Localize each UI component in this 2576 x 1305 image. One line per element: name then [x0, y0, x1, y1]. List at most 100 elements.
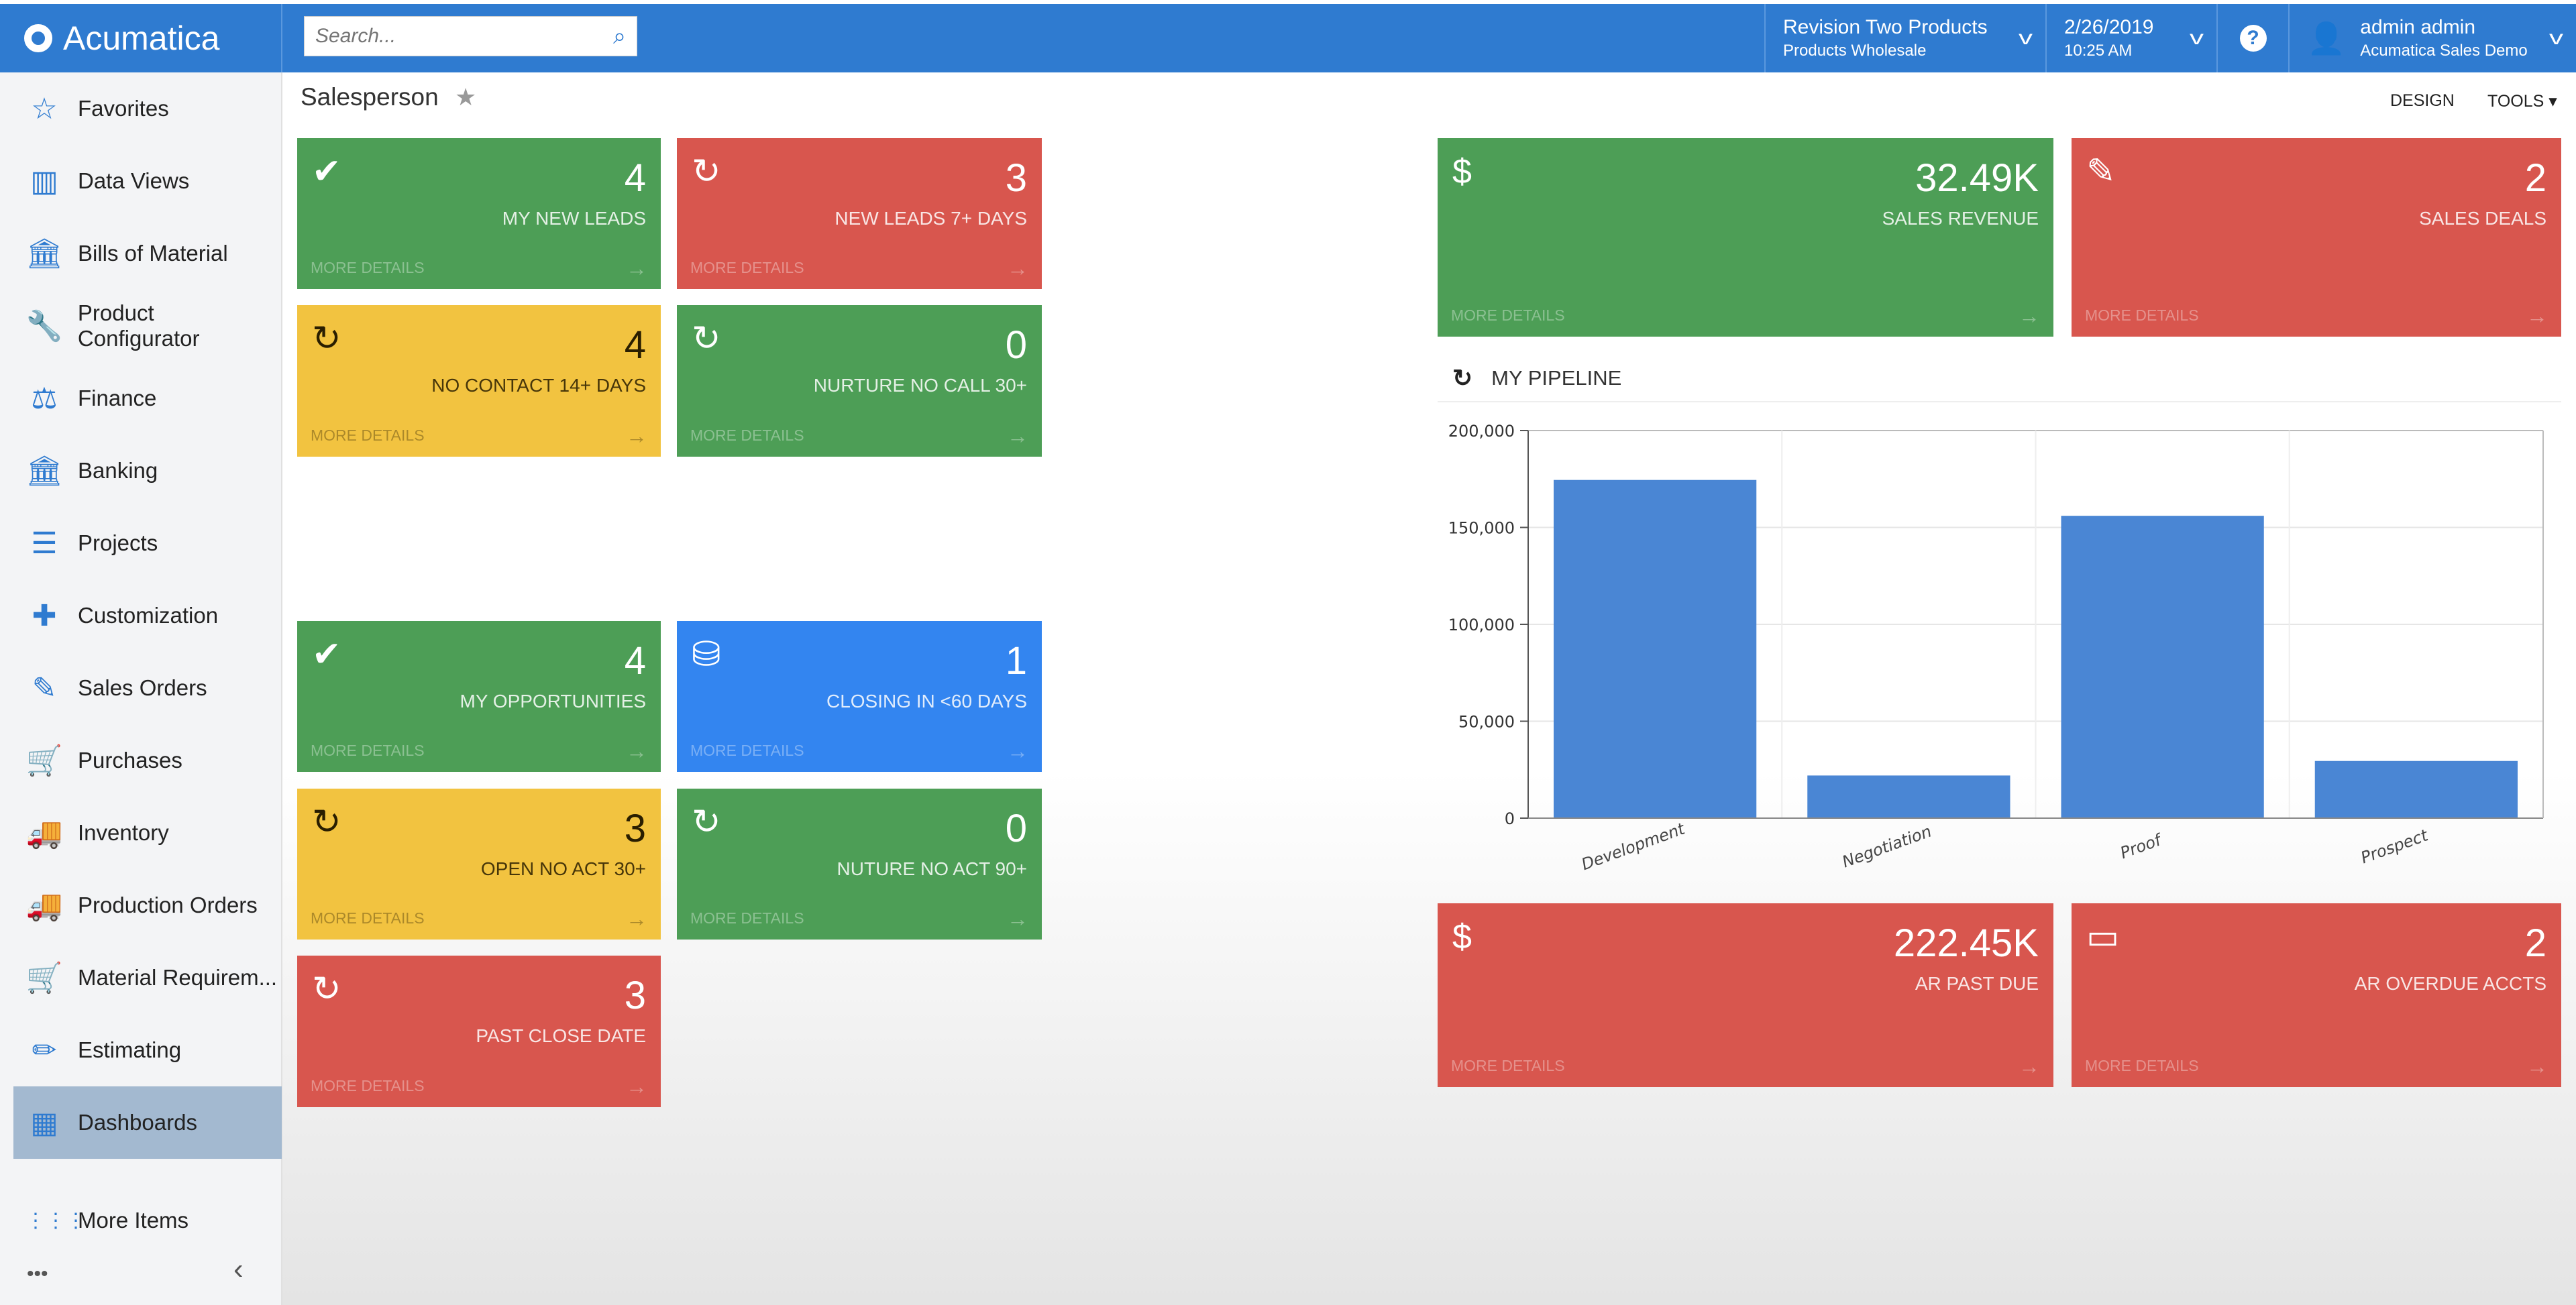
- kpi-tile-nuture-no-act-90-[interactable]: ↻ 0 NUTURE NO ACT 90+ MORE DETAILS →: [677, 789, 1042, 940]
- arrow-right-icon[interactable]: →: [2526, 304, 2548, 329]
- sidebar-item-banking[interactable]: 🏛 Banking: [13, 435, 282, 507]
- sidebar-item-bills-of-material[interactable]: 🏛 Bills of Material: [13, 217, 282, 290]
- more-details-link[interactable]: MORE DETAILS: [690, 909, 804, 927]
- more-details-link[interactable]: MORE DETAILS: [311, 427, 425, 445]
- arrow-right-icon[interactable]: →: [626, 907, 647, 931]
- credit-card-icon: ▭: [2086, 917, 2120, 956]
- clock-refresh-icon: ↻: [312, 319, 341, 358]
- logo[interactable]: Acumatica: [0, 4, 282, 72]
- sidebar-item-data-views[interactable]: ▥ Data Views: [13, 145, 282, 217]
- kpi-tile-past-close-date[interactable]: ↻ 3 PAST CLOSE DATE MORE DETAILS →: [297, 956, 661, 1107]
- clock-refresh-icon: ↻: [692, 152, 721, 191]
- search-box[interactable]: ⌕: [304, 16, 637, 56]
- dollar-icon: $: [1452, 152, 1472, 191]
- search-input[interactable]: [315, 25, 613, 48]
- arrow-right-icon[interactable]: →: [2019, 304, 2040, 329]
- kpi-tile-sales-deals[interactable]: ✎ 2 SALES DEALS MORE DETAILS →: [2072, 138, 2561, 337]
- more-options-icon[interactable]: •••: [27, 1263, 48, 1286]
- arrow-right-icon[interactable]: →: [626, 424, 647, 449]
- more-details-link[interactable]: MORE DETAILS: [1451, 1057, 1565, 1075]
- sidebar-item-purchases[interactable]: 🛒 Purchases: [13, 724, 282, 797]
- collapse-sidebar-icon[interactable]: ‹: [233, 1253, 244, 1286]
- clock-refresh-icon: ↻: [692, 319, 721, 358]
- tools-menu-button[interactable]: TOOLS ▾: [2487, 91, 2557, 111]
- check-circle-icon: ✔: [312, 635, 341, 674]
- help-button[interactable]: ?: [2216, 4, 2288, 72]
- more-details-link[interactable]: MORE DETAILS: [311, 742, 425, 760]
- sidebar-item-label: Estimating: [78, 1037, 182, 1062]
- sidebar-item-more-items[interactable]: ⋮⋮⋮ More Items: [13, 1184, 282, 1257]
- wrench-icon: 🔧: [25, 310, 63, 343]
- tile-value: 222.45K: [1893, 921, 2039, 965]
- arrow-right-icon[interactable]: →: [1007, 256, 1028, 281]
- arrow-right-icon[interactable]: →: [626, 256, 647, 281]
- tile-label: PAST CLOSE DATE: [476, 1025, 646, 1046]
- sidebar-item-label: More Items: [78, 1208, 189, 1233]
- more-details-link[interactable]: MORE DETAILS: [690, 742, 804, 760]
- tile-label: MY OPPORTUNITIES: [460, 691, 646, 712]
- sidebar-item-sales-orders[interactable]: ✎ Sales Orders: [13, 652, 282, 724]
- sidebar-item-material-requirem[interactable]: 🛒 Material Requirem...: [13, 942, 282, 1014]
- edit-icon: ✎: [2086, 152, 2116, 191]
- tile-value: 0: [1005, 323, 1027, 367]
- more-details-link[interactable]: MORE DETAILS: [311, 259, 425, 277]
- arrow-right-icon[interactable]: →: [626, 739, 647, 764]
- sidebar-item-dashboards[interactable]: ▦ Dashboards: [13, 1086, 282, 1159]
- bar-development: [1554, 479, 1757, 818]
- sidebar-item-production-orders[interactable]: 🚚 Production Orders: [13, 869, 282, 942]
- tile-value: 1: [1005, 639, 1027, 683]
- design-button[interactable]: DESIGN: [2390, 91, 2455, 111]
- more-details-link[interactable]: MORE DETAILS: [2085, 1057, 2199, 1075]
- kpi-tile-open-no-act-30-[interactable]: ↻ 3 OPEN NO ACT 30+ MORE DETAILS →: [297, 789, 661, 940]
- tile-value: 4: [624, 156, 646, 200]
- arrow-right-icon[interactable]: →: [1007, 739, 1028, 764]
- sidebar-item-projects[interactable]: ☰ Projects: [13, 507, 282, 579]
- sidebar-item-favorites[interactable]: ☆ Favorites: [13, 72, 282, 145]
- refresh-icon[interactable]: ↻: [1452, 364, 1472, 392]
- kpi-tile-sales-revenue[interactable]: $ 32.49K SALES REVENUE MORE DETAILS →: [1438, 138, 2053, 337]
- kpi-tile-no-contact-14-days[interactable]: ↻ 4 NO CONTACT 14+ DAYS MORE DETAILS →: [297, 305, 661, 457]
- tile-value: 4: [624, 323, 646, 367]
- sidebar-item-estimating[interactable]: ✏ Estimating: [13, 1014, 282, 1086]
- company-selector[interactable]: Revision Two Products Products Wholesale v: [1764, 4, 2045, 72]
- arrow-right-icon[interactable]: →: [2526, 1054, 2548, 1079]
- arrow-right-icon[interactable]: →: [1007, 424, 1028, 449]
- arrow-right-icon[interactable]: →: [1007, 907, 1028, 931]
- kpi-tile-closing-in-60-days[interactable]: ⛁ 1 CLOSING IN <60 DAYS MORE DETAILS →: [677, 621, 1042, 772]
- arrow-right-icon[interactable]: →: [2019, 1054, 2040, 1079]
- clock-refresh-icon: ↻: [312, 803, 341, 842]
- sidebar-item-customization[interactable]: ✚ Customization: [13, 579, 282, 652]
- top-bar: Acumatica ⌕ Revision Two Products Product…: [0, 4, 2576, 72]
- kpi-tile-nurture-no-call-30-[interactable]: ↻ 0 NURTURE NO CALL 30+ MORE DETAILS →: [677, 305, 1042, 457]
- x-tick-label: Development: [1579, 819, 1688, 874]
- logo-text: Acumatica: [63, 19, 220, 57]
- date-selector[interactable]: 2/26/2019 10:25 AM v: [2045, 4, 2216, 72]
- sidebar-item-label: Material Requirem...: [78, 965, 278, 990]
- kpi-tile-my-new-leads[interactable]: ✔ 4 MY NEW LEADS MORE DETAILS →: [297, 138, 661, 289]
- grid-icon: ⋮⋮⋮: [25, 1209, 86, 1232]
- sidebar-item-finance[interactable]: ⚖ Finance: [13, 362, 282, 435]
- more-details-link[interactable]: MORE DETAILS: [2085, 306, 2199, 325]
- tile-label: NO CONTACT 14+ DAYS: [431, 375, 646, 396]
- more-details-link[interactable]: MORE DETAILS: [311, 909, 425, 927]
- arrow-right-icon[interactable]: →: [626, 1074, 647, 1099]
- dollar-icon: $: [1452, 917, 1472, 956]
- search-icon[interactable]: ⌕: [613, 23, 626, 50]
- sidebar-item-label: Dashboards: [78, 1110, 197, 1135]
- favorite-star-icon[interactable]: ★: [455, 83, 476, 111]
- kpi-tile-ar-past-due[interactable]: $ 222.45K AR PAST DUE MORE DETAILS →: [1438, 903, 2053, 1087]
- sidebar-item-product-configurator[interactable]: 🔧 Product Configurator: [13, 290, 282, 362]
- more-details-link[interactable]: MORE DETAILS: [690, 259, 804, 277]
- sidebar-item-inventory[interactable]: 🚚 Inventory: [13, 797, 282, 869]
- kpi-tile-new-leads-7-days[interactable]: ↻ 3 NEW LEADS 7+ DAYS MORE DETAILS →: [677, 138, 1042, 289]
- puzzle-icon: ✚: [32, 599, 57, 632]
- user-menu[interactable]: 👤 admin admin Acumatica Sales Demo v: [2288, 4, 2576, 72]
- page-title: Salesperson: [301, 83, 439, 111]
- kpi-tile-ar-overdue-accts[interactable]: ▭ 2 AR OVERDUE ACCTS MORE DETAILS →: [2072, 903, 2561, 1087]
- pipeline-chart: 0 50,000 100,000 150,000 200,000 Development N…: [1448, 422, 2544, 874]
- kpi-tile-my-opportunities[interactable]: ✔ 4 MY OPPORTUNITIES MORE DETAILS →: [297, 621, 661, 772]
- more-details-link[interactable]: MORE DETAILS: [690, 427, 804, 445]
- check-circle-icon: ✔: [312, 152, 341, 191]
- more-details-link[interactable]: MORE DETAILS: [311, 1077, 425, 1095]
- more-details-link[interactable]: MORE DETAILS: [1451, 306, 1565, 325]
